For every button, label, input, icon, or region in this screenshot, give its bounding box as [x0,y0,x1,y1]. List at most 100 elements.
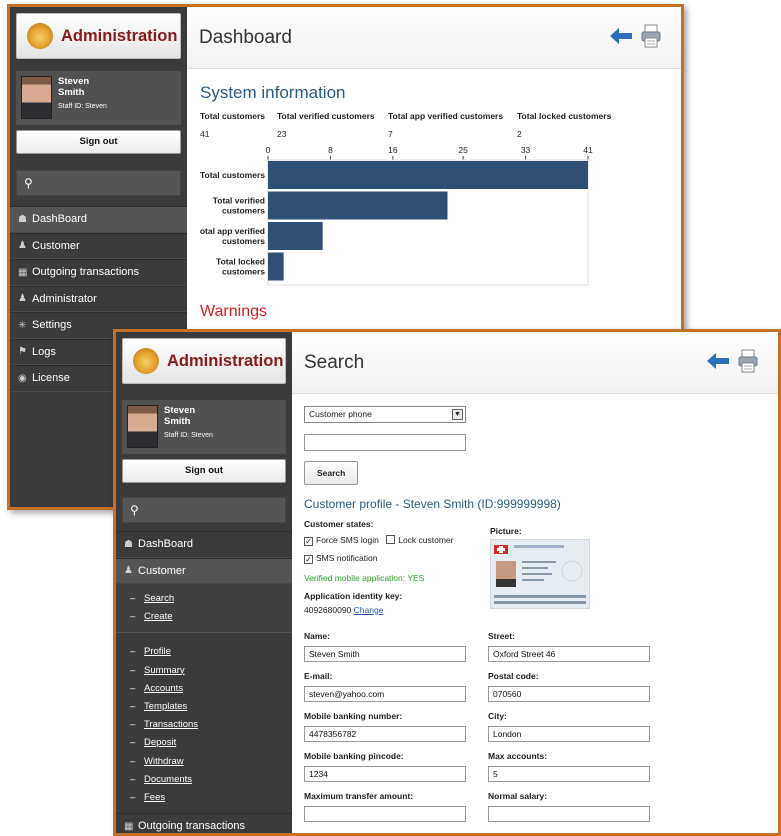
y-category-label: Total verified [213,196,265,206]
table-icon: ▦ [124,820,134,832]
sign-out-button[interactable]: Sign out [16,130,181,154]
sign-out-button[interactable]: Sign out [122,459,286,483]
dash-icon: – [130,737,136,749]
dash-icon: – [130,755,136,767]
bar [268,252,284,281]
sidebar-item-label: DashBoard [138,538,194,551]
submenu-link[interactable]: Fees [144,792,165,803]
street-field[interactable]: Oxford Street 46 [488,646,650,662]
checkbox-label: Force SMS login [316,535,379,545]
dash-icon: – [130,646,136,658]
home-icon: ☗ [124,538,133,550]
max-accounts-field[interactable]: 5 [488,766,650,782]
sidebar-item-label: Administrator [32,292,97,305]
app-key-value: 4092680090 [304,605,352,615]
field-label: Mobile banking number: [304,711,403,721]
stat-value: 2 [517,129,522,139]
user-last-name: Smith [58,87,85,98]
main-content: Search Customer phone ▼ Search Customer p… [292,332,778,833]
sidebar-item-outgoing-transactions[interactable]: ▦ Outgoing transactions [10,259,187,286]
staff-id: Staff ID: Steven [58,103,107,110]
gear-icon: ✳ [18,319,27,331]
back-arrow-icon[interactable] [610,28,632,44]
normal-salary-field[interactable] [488,806,650,822]
search-input[interactable] [304,434,466,451]
submenu-link[interactable]: Profile [144,646,171,657]
submenu-item-deposit[interactable]: – Deposit [130,734,292,752]
staff-id: Staff ID: Steven [164,432,213,439]
sidebar-search-input[interactable]: ⚲ [16,170,181,196]
submenu-link[interactable]: Create [144,611,173,622]
submenu-link[interactable]: Deposit [144,737,176,748]
stats-row: Total customers 41 Total verified custome… [200,111,681,139]
sidebar-item-administrator[interactable]: ♟ Administrator [10,285,187,312]
max-transfer-field[interactable] [304,806,466,822]
submenu-item-transactions[interactable]: – Transactions [130,716,292,734]
sidebar-item-dashboard[interactable]: ☗ DashBoard [116,531,292,558]
field-label: Max accounts: [488,751,548,761]
lion-logo-icon [133,348,159,374]
submenu-link[interactable]: Withdraw [144,756,184,767]
stat-total-customers: Total customers 41 [200,111,277,139]
sms-notification-checkbox[interactable]: ✓ SMS notification [304,553,479,564]
submenu-link[interactable]: Transactions [144,719,198,730]
name-field[interactable]: Steven Smith [304,646,466,662]
submenu-link[interactable]: Accounts [144,683,183,694]
submenu-item-templates[interactable]: – Templates [130,698,292,716]
submenu-link[interactable]: Documents [144,774,192,785]
submenu-item-withdraw[interactable]: – Withdraw [130,753,292,771]
submenu-item-accounts[interactable]: – Accounts [130,680,292,698]
printer-icon[interactable] [738,349,758,373]
back-arrow-icon[interactable] [707,353,729,369]
city-field[interactable]: London [488,726,650,742]
sidebar-search-input[interactable]: ⚲ [122,497,286,523]
sidebar-item-customer[interactable]: ♟ Customer [116,557,292,584]
y-category-label: otal app verified [200,226,265,236]
bar [268,191,448,220]
page-title: Dashboard [199,27,292,48]
app-logo[interactable]: Administration [16,13,181,59]
lock-customer-checkbox[interactable]: Lock customer [386,535,454,545]
submenu-item-profile[interactable]: – Profile [130,643,292,661]
force-sms-checkbox[interactable]: ✓ Force SMS login [304,535,379,546]
sidebar-item-outgoing-transactions[interactable]: ▦ Outgoing transactions [116,813,292,833]
x-tick-label: 25 [458,145,468,155]
change-key-link[interactable]: Change [354,605,384,615]
search-form: Customer phone ▼ Search Customer profile … [292,394,778,511]
app-logo[interactable]: Administration [122,338,286,384]
postal-code-field[interactable]: 070560 [488,686,650,702]
printer-icon[interactable] [641,24,661,48]
fields-right-column: Street: Oxford Street 46 Postal code: 07… [488,631,650,822]
dash-icon: – [130,700,136,712]
search-window: Administration Steven Smith Staff ID: St… [113,329,781,836]
dash-icon: – [130,611,136,623]
user-icon: ♟ [124,565,133,577]
stat-value: 7 [388,129,393,139]
pincode-field[interactable]: 1234 [304,766,466,782]
stat-locked-customers: Total locked customers 2 [517,111,611,139]
submenu-item-fees[interactable]: – Fees [130,789,292,807]
submenu-link[interactable]: Search [144,593,174,604]
mobile-number-field[interactable]: 4478356782 [304,726,466,742]
checkbox-label: SMS notification [316,553,378,563]
sidebar-item-dashboard[interactable]: ☗ DashBoard [10,206,187,233]
flag-icon: ⚑ [18,346,27,358]
submenu-item-create[interactable]: – Create [130,608,292,626]
submenu-item-documents[interactable]: – Documents [130,771,292,789]
submenu-item-search[interactable]: – Search [130,590,292,608]
field-label: Maximum transfer amount: [304,791,414,801]
email-field[interactable]: steven@yahoo.com [304,686,466,702]
submenu-item-summary[interactable]: – Summary [130,662,292,680]
search-button[interactable]: Search [304,461,359,485]
y-category-label: Total locked [216,257,265,267]
page-title: Search [304,352,365,373]
x-tick-label: 33 [521,145,531,155]
home-icon: ☗ [18,213,27,225]
sidebar-item-customer[interactable]: ♟ Customer [10,232,187,259]
dash-icon: – [130,682,136,694]
search-type-select[interactable]: Customer phone ▼ [304,406,466,423]
system-info-section: System information Total customers 41 Tot… [187,69,681,139]
sidebar-item-label: Outgoing transactions [138,820,246,833]
submenu-link[interactable]: Summary [144,665,185,676]
submenu-link[interactable]: Templates [144,701,187,712]
